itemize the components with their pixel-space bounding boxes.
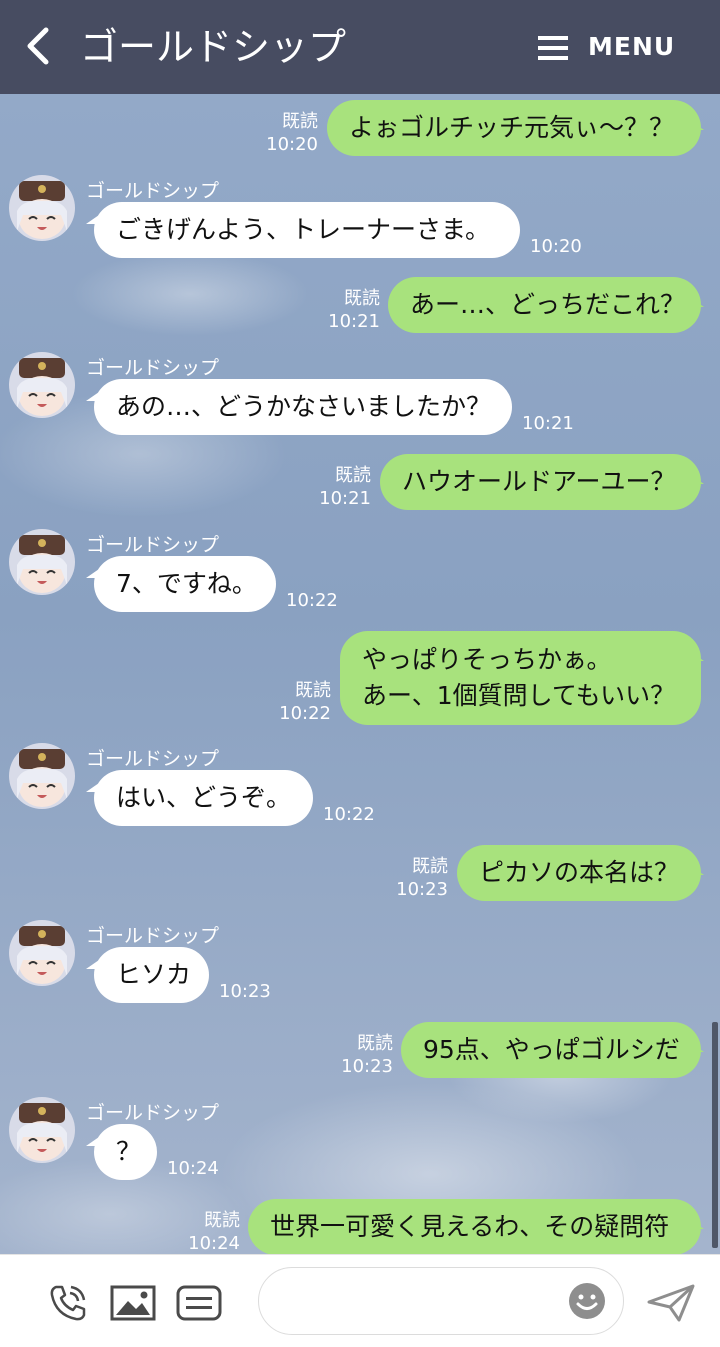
received-message[interactable]: ヒソカ [94,947,209,1003]
sender-name: ゴールドシップ [86,180,220,202]
avatar[interactable] [9,920,75,986]
read-receipt: 既読 10:23 [392,855,448,901]
message-time: 10:24 [167,1158,219,1179]
read-label: 既読 [357,1033,393,1054]
message-time: 10:20 [530,236,582,257]
message-time: 10:20 [266,134,318,155]
read-label: 既読 [344,288,380,309]
avatar[interactable] [9,529,75,595]
sender-name: ゴールドシップ [86,1102,220,1124]
avatar[interactable] [9,352,75,418]
received-message[interactable]: あの…、どうかなさいましたか？ [94,379,512,435]
chat-title: ゴールドシップ [80,25,347,69]
message-time: 10:22 [279,703,331,724]
message-time: 10:23 [219,981,271,1002]
message-time: 10:21 [328,311,380,332]
send-icon[interactable] [646,1283,696,1323]
menu-icon[interactable] [538,36,568,60]
character-avatar-icon [9,920,75,986]
sent-message[interactable]: ハウオールドアーユー？ [380,454,701,510]
phone-icon[interactable] [48,1283,88,1323]
message-time: 10:21 [522,413,574,434]
read-receipt: 既読 10:22 [275,679,331,725]
read-label: 既読 [282,111,318,132]
character-avatar-icon [9,529,75,595]
received-message[interactable]: 7、ですね。 [94,556,276,612]
menu-button[interactable]: MENU [588,0,675,94]
sent-message[interactable]: あー…、どっちだこれ？ [388,277,701,333]
sender-name: ゴールドシップ [86,925,220,947]
read-receipt: 既読 10:24 [184,1209,240,1254]
sent-message[interactable]: 95点、やっぱゴルシだ [401,1022,701,1078]
avatar[interactable] [9,743,75,809]
read-label: 既読 [295,680,331,701]
message-composer [0,1254,720,1347]
read-receipt: 既読 10:21 [315,464,371,510]
message-time: 10:22 [286,590,338,611]
message-time: 10:24 [188,1233,240,1254]
received-message[interactable]: ？ [94,1124,157,1180]
message-time: 10:21 [319,488,371,509]
template-icon[interactable] [176,1285,222,1321]
sender-name: ゴールドシップ [86,748,220,770]
message-time: 10:23 [396,879,448,900]
message-time: 10:22 [323,804,375,825]
avatar[interactable] [9,1097,75,1163]
chat-area[interactable]: 既読 10:20 よぉゴルチッチ元気ぃ〜？？ ゴールドシップ ごきげんよう、トレ… [0,94,720,1254]
character-avatar-icon [9,175,75,241]
character-avatar-icon [9,352,75,418]
sent-message[interactable]: よぉゴルチッチ元気ぃ〜？？ [327,100,701,156]
message-line: やっぱりそっちかぁ。 [362,645,612,674]
back-icon[interactable] [22,26,58,66]
sent-message[interactable]: 世界一可愛く見えるわ、その疑問符 [248,1199,701,1254]
read-label: 既読 [335,465,371,486]
message-line: あー、1個質問してもいい？ [362,681,676,710]
chat-header: ゴールドシップ MENU [0,0,720,94]
received-message[interactable]: はい、どうぞ。 [94,770,313,826]
emoji-icon[interactable] [568,1282,606,1320]
image-icon[interactable] [110,1285,156,1321]
sent-message[interactable]: ピカソの本名は？ [457,845,701,901]
sender-name: ゴールドシップ [86,534,220,556]
read-label: 既読 [204,1210,240,1231]
avatar[interactable] [9,175,75,241]
read-label: 既読 [412,856,448,877]
sender-name: ゴールドシップ [86,357,220,379]
read-receipt: 既読 10:20 [262,110,318,156]
read-receipt: 既読 10:23 [337,1032,393,1078]
character-avatar-icon [9,743,75,809]
message-time: 10:23 [341,1056,393,1077]
character-avatar-icon [9,1097,75,1163]
received-message[interactable]: ごきげんよう、トレーナーさま。 [94,202,520,258]
scrollbar[interactable] [712,1022,718,1248]
sent-message[interactable]: やっぱりそっちかぁ。 あー、1個質問してもいい？ [340,631,701,725]
read-receipt: 既読 10:21 [324,287,380,333]
